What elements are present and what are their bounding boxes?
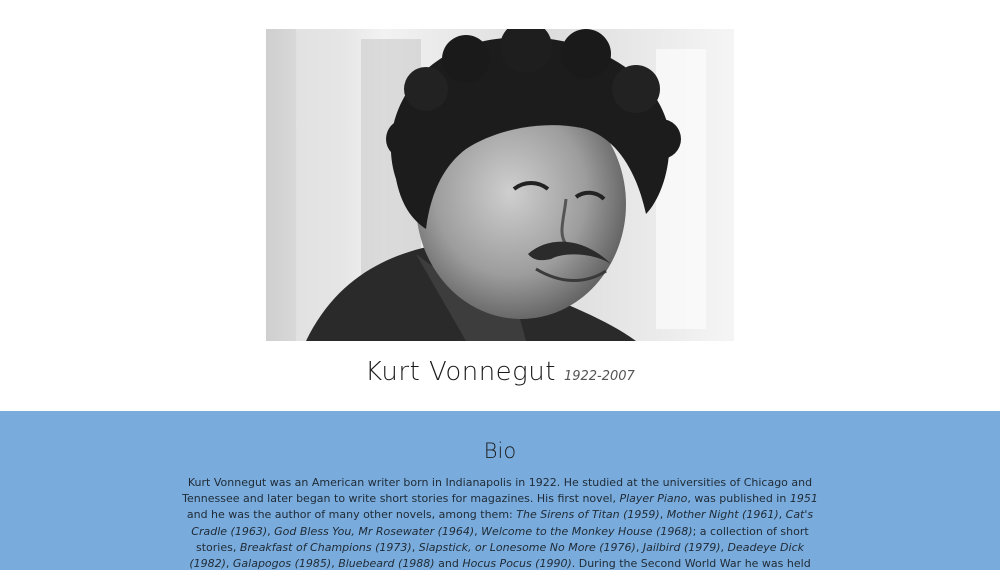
bio-text-run: , was published in: [687, 492, 790, 506]
author-years: 1922-2007: [563, 369, 635, 384]
bio-text-run: ,: [225, 557, 233, 570]
bio-italic-title: Hocus Pocus (1990): [462, 557, 572, 570]
portrait-illustration: [266, 29, 734, 341]
bio-text-run: ,: [720, 540, 728, 554]
bio-italic-title: Breakfast of Champions (1973): [239, 540, 412, 554]
author-heading: Kurt Vonnegut 1922-2007: [0, 350, 1000, 399]
bio-text-run: and he was the author of many other nove…: [186, 508, 517, 522]
bio-title: Bio: [483, 439, 517, 463]
bio-text: Kurt Vonnegut was an American writer bor…: [178, 475, 822, 570]
bio-text-run: ,: [659, 508, 667, 522]
bio-italic-title: Jailbird (1979): [642, 540, 721, 554]
bio-section: Bio Kurt Vonnegut was an American writer…: [0, 411, 1000, 570]
bio-italic-title: Player Piano: [619, 492, 688, 506]
bio-italic-title: Slapstick, or Lonesome No More (1976): [418, 540, 636, 554]
bio-text-run: ,: [778, 508, 786, 522]
bio-italic-title: Mother Night (1961): [666, 508, 779, 522]
bio-italic-title: God Bless You, Mr Rosewater (1964): [274, 524, 475, 538]
bio-text-run: and: [434, 557, 463, 570]
author-portrait-photo: [266, 29, 734, 341]
author-name: Kurt Vonnegut: [365, 357, 556, 387]
bio-italic-title: 1951: [789, 492, 818, 506]
bio-italic-title: The Sirens of Titan (1959): [516, 508, 660, 522]
bio-text-run: ,: [411, 540, 419, 554]
bio-italic-title: Bluebeard (1988): [338, 557, 435, 570]
bio-italic-title: Galapogos (1985): [232, 557, 332, 570]
bio-text-run: ,: [635, 540, 643, 554]
bio-italic-title: Welcome to the Monkey House (1968): [481, 524, 693, 538]
